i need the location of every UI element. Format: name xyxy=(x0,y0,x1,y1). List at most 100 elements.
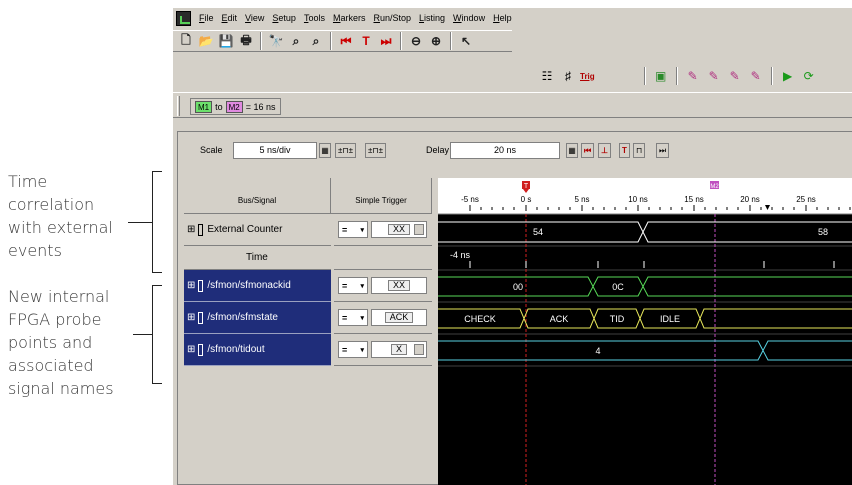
waveform-external-counter xyxy=(438,221,852,243)
signal-name: External Counter xyxy=(207,224,283,235)
bus-signal-column-header[interactable]: Bus/Signal xyxy=(184,178,331,214)
scale-delay-bar: Scale 5 ns/div ▦ ±⊓± ±⊓± Delay 20 ns ▦ ⏮… xyxy=(178,132,852,170)
simple-trigger-column-header[interactable]: Simple Trigger xyxy=(331,178,432,214)
trigger-value-input[interactable]: X xyxy=(371,341,427,358)
scale-input[interactable]: 5 ns/div xyxy=(233,142,317,159)
expand-icon[interactable]: ⊞ xyxy=(187,312,195,323)
delay-label: Delay xyxy=(426,145,450,155)
tick-label: 10 ns xyxy=(628,195,648,204)
trigger-value-input[interactable]: ACK xyxy=(371,309,427,326)
tick-label: -5 ns xyxy=(461,195,479,204)
tick-label: 20 ns xyxy=(740,195,760,204)
delay-trigger-icon[interactable]: T xyxy=(619,143,630,158)
trigger-row-time xyxy=(334,246,432,270)
go-to-trigger-icon[interactable]: T xyxy=(357,32,375,50)
open-folder-icon[interactable]: 📂 xyxy=(197,32,215,50)
scale-label: Scale xyxy=(200,145,223,155)
main-toolbar: 🗋 📂 💾 🖶 🔭 ⌕ ⌕ ⏮ T ⏭ ⊖ ⊕ ↖ xyxy=(173,30,512,52)
menu-window[interactable]: Window xyxy=(453,13,485,23)
menu-help[interactable]: Help xyxy=(493,13,512,23)
zoom-out-icon[interactable]: ⊖ xyxy=(407,32,425,50)
menu-markers[interactable]: Markers xyxy=(333,13,366,23)
run-mode-icon[interactable]: ▣ xyxy=(652,67,670,85)
keypad-icon xyxy=(414,344,424,355)
signal-row-external-counter[interactable]: ⊞ External Counter xyxy=(184,214,331,246)
waveform-display[interactable]: -5 ns 0 s 5 ns 10 ns 15 ns 20 ns 25 ns T xyxy=(438,178,852,485)
run-repetitive-icon[interactable]: ⟳ xyxy=(800,67,818,85)
state-value: ACK xyxy=(550,314,569,324)
expand-icon[interactable]: ⊞ xyxy=(187,224,195,235)
expand-scale-icon[interactable]: ±⊓± xyxy=(335,143,357,158)
svg-text:M2: M2 xyxy=(710,184,719,190)
secondary-toolbar: ☷ ♯ Trig ▣ ✎ ✎ ✎ ✎ ▶ ⟳ xyxy=(538,65,818,87)
listing-icon[interactable]: ☷ xyxy=(538,67,556,85)
delay-next-edge-icon[interactable]: ⊓ xyxy=(633,143,646,158)
operator-select[interactable]: = ▾ xyxy=(338,309,368,326)
counter-value: 54 xyxy=(533,227,543,237)
bracket-time-correlation xyxy=(152,171,162,273)
marker-tool-2-icon[interactable]: ✎ xyxy=(705,67,723,85)
go-to-end-icon[interactable]: ⏭ xyxy=(377,32,395,50)
m2-marker-flag[interactable]: M2 xyxy=(710,181,719,190)
operator-select[interactable]: = ▾ xyxy=(338,341,368,358)
signal-row-sfmstate[interactable]: ⊞ /sfmon/sfmstate xyxy=(184,302,331,334)
marker-tool-4-icon[interactable]: ✎ xyxy=(747,67,765,85)
menu-file[interactable]: File xyxy=(199,13,214,23)
shrink-scale-icon[interactable]: ±⊓± xyxy=(365,143,387,158)
logic-analyzer-window: File Edit View Setup Tools Markers Run/S… xyxy=(173,8,852,485)
print-icon[interactable]: 🖶 xyxy=(237,32,255,50)
menu-view[interactable]: View xyxy=(245,13,264,23)
waveform-sfmonackid xyxy=(438,276,852,297)
trigger-value-input[interactable]: XX xyxy=(371,277,427,294)
trigger-row-tidout: = ▾ X xyxy=(334,334,432,366)
bracket-probe-points xyxy=(152,285,162,384)
delay-go-start-icon[interactable]: ⏮ xyxy=(581,143,595,158)
state-value: CHECK xyxy=(464,314,496,324)
signal-row-tidout[interactable]: ⊞ /sfmon/tidout xyxy=(184,334,331,366)
trigger-value-input[interactable]: XX xyxy=(371,221,427,238)
menu-listing[interactable]: Listing xyxy=(419,13,445,23)
find-next-icon[interactable]: ⌕ xyxy=(287,32,305,50)
save-icon[interactable]: 💾 xyxy=(217,32,235,50)
time-row-ticks xyxy=(469,261,835,268)
menu-setup[interactable]: Setup xyxy=(272,13,296,23)
go-to-start-icon[interactable]: ⏮ xyxy=(337,32,355,50)
scale-keypad-icon[interactable]: ▦ xyxy=(319,143,331,158)
find-previous-icon[interactable]: ⌕ xyxy=(307,32,325,50)
state-value: TID xyxy=(610,314,625,324)
signal-row-sfmonackid[interactable]: ⊞ /sfmon/sfmonackid xyxy=(184,270,331,302)
zoom-in-icon[interactable]: ⊕ xyxy=(427,32,445,50)
expand-icon[interactable]: ⊞ xyxy=(187,280,195,291)
menu-edit[interactable]: Edit xyxy=(222,13,238,23)
operator-select[interactable]: = ▾ xyxy=(338,277,368,294)
signal-name: /sfmon/sfmstate xyxy=(207,312,278,323)
menu-tools[interactable]: Tools xyxy=(304,13,325,23)
annotation-new-probe-points: New internal FPGA probe points and assoc… xyxy=(8,287,114,398)
waveform-svg: -5 ns 0 s 5 ns 10 ns 15 ns 20 ns 25 ns T xyxy=(438,178,852,485)
find-icon[interactable]: 🔭 xyxy=(267,32,285,50)
menu-run-stop[interactable]: Run/Stop xyxy=(373,13,411,23)
run-icon[interactable]: ▶ xyxy=(779,67,797,85)
toolbar-grip[interactable] xyxy=(177,96,180,116)
marker-interval-readout[interactable]: M1 to M2 = 16 ns xyxy=(190,98,281,115)
grid-icon[interactable]: ♯ xyxy=(559,67,577,85)
trigger-row-external-counter: = ▾ XX xyxy=(334,214,432,246)
marker-m1-tag: M1 xyxy=(195,100,213,113)
ackid-value: 0C xyxy=(612,282,624,292)
marker-tool-3-icon[interactable]: ✎ xyxy=(726,67,744,85)
svg-text:T: T xyxy=(524,183,529,190)
delay-go-end-icon[interactable]: ⏭ xyxy=(656,143,670,158)
marker-measurement-bar: M1 to M2 = 16 ns xyxy=(173,92,852,118)
delay-prev-edge-icon[interactable]: ⊥ xyxy=(598,143,611,158)
tidout-value: 4 xyxy=(595,346,600,356)
pointer-tool-icon[interactable]: ↖ xyxy=(457,32,475,50)
delay-input[interactable]: 20 ns xyxy=(450,142,560,159)
signal-row-time[interactable]: Time xyxy=(184,246,331,270)
operator-select[interactable]: = ▾ xyxy=(338,221,368,238)
keypad-icon xyxy=(414,224,424,235)
new-file-icon[interactable]: 🗋 xyxy=(177,32,195,50)
expand-icon[interactable]: ⊞ xyxy=(187,344,195,355)
marker-tool-1-icon[interactable]: ✎ xyxy=(684,67,702,85)
trigger-settings-button[interactable]: Trig xyxy=(580,72,595,81)
delay-keypad-icon[interactable]: ▦ xyxy=(566,143,578,158)
